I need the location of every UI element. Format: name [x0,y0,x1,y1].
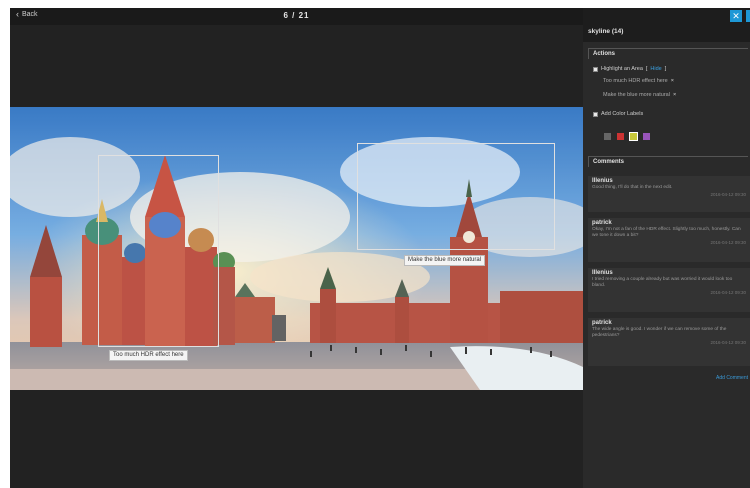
color-swatch-gray[interactable] [604,133,611,140]
annotation-item[interactable]: Make the blue more natural × [603,92,676,98]
highlight-label: Highlight an Area [601,66,643,72]
comment-author: Illenius [592,178,613,184]
color-swatch-purple[interactable] [643,133,650,140]
back-button[interactable]: ‹ Back [16,9,38,19]
color-swatch-yellow[interactable] [629,132,638,141]
comment-item: patrick The wide angle is good. I wonder… [588,318,750,366]
bracket-open: [ [645,66,648,72]
photo-counter: 6 / 21 [283,11,310,20]
sidebar-panel: skyline (14) ✕ Actions Highlight an Area… [583,8,750,488]
color-labels-label: Add Color Labels [601,111,644,117]
photo[interactable]: Too much HDR effect here Make the blue m… [10,107,583,390]
hide-link[interactable]: Hide [650,66,661,72]
color-swatches [604,132,650,141]
comment-time: 2016-04-12 09:30 [710,240,746,245]
comment-author: patrick [592,220,612,226]
highlight-area-row[interactable]: Highlight an Area [ Hide ] [593,66,666,72]
bracket-close: ] [664,66,667,72]
photo-image [10,107,583,390]
annotation-tag-left[interactable]: Too much HDR effect here [109,350,188,361]
comment-text: I tried removing a couple already but wa… [592,277,733,288]
close-edge [746,10,750,22]
comment-item: patrick Okay, I'm not a fan of the HDR e… [588,218,750,262]
comment-item: Illenius I tried removing a couple alrea… [588,268,750,312]
remove-annotation-icon[interactable]: × [671,78,674,84]
comment-time: 2016-04-12 09:30 [710,340,746,345]
panel-title: skyline (14) [588,28,624,35]
highlight-checkbox[interactable] [593,66,598,72]
back-label: Back [22,11,38,18]
comment-author: Illenius [592,270,613,276]
photo-viewer: Too much HDR effect here Make the blue m… [10,25,583,488]
comment-text: Good thing, I'll do that in the next edi… [592,185,673,190]
close-icon: ✕ [732,11,740,21]
lightbox-app: ‹ Back 6 / 21 Too much HDR effect here M… [10,8,750,488]
comment-text: The wide angle is good. I wonder if we c… [592,327,727,338]
comments-header: Comments [588,156,748,167]
color-labels-checkbox[interactable] [593,111,598,117]
annotation-text: Too much HDR effect here [603,78,668,84]
comment-time: 2016-04-12 09:30 [710,192,746,197]
comment-text: Okay, I'm not a fan of the HDR effect. S… [592,227,741,238]
chevron-left-icon: ‹ [16,9,19,19]
top-bar: ‹ Back 6 / 21 [10,8,583,25]
comment-item: Illenius Good thing, I'll do that in the… [588,176,750,212]
annotation-text: Make the blue more natural [603,92,670,98]
color-swatch-red[interactable] [617,133,624,140]
remove-annotation-icon[interactable]: × [673,92,676,98]
annotation-item[interactable]: Too much HDR effect here × [603,78,674,84]
actions-header: Actions [588,48,748,59]
add-comment-link[interactable]: Add Comment [716,375,748,381]
panel-header: skyline (14) ✕ [583,8,750,42]
color-labels-row[interactable]: Add Color Labels [593,111,643,117]
comment-author: patrick [592,320,612,326]
annotation-tag-right[interactable]: Make the blue more natural [404,255,486,266]
comment-time: 2016-04-12 09:30 [710,290,746,295]
close-button[interactable]: ✕ [730,10,742,22]
